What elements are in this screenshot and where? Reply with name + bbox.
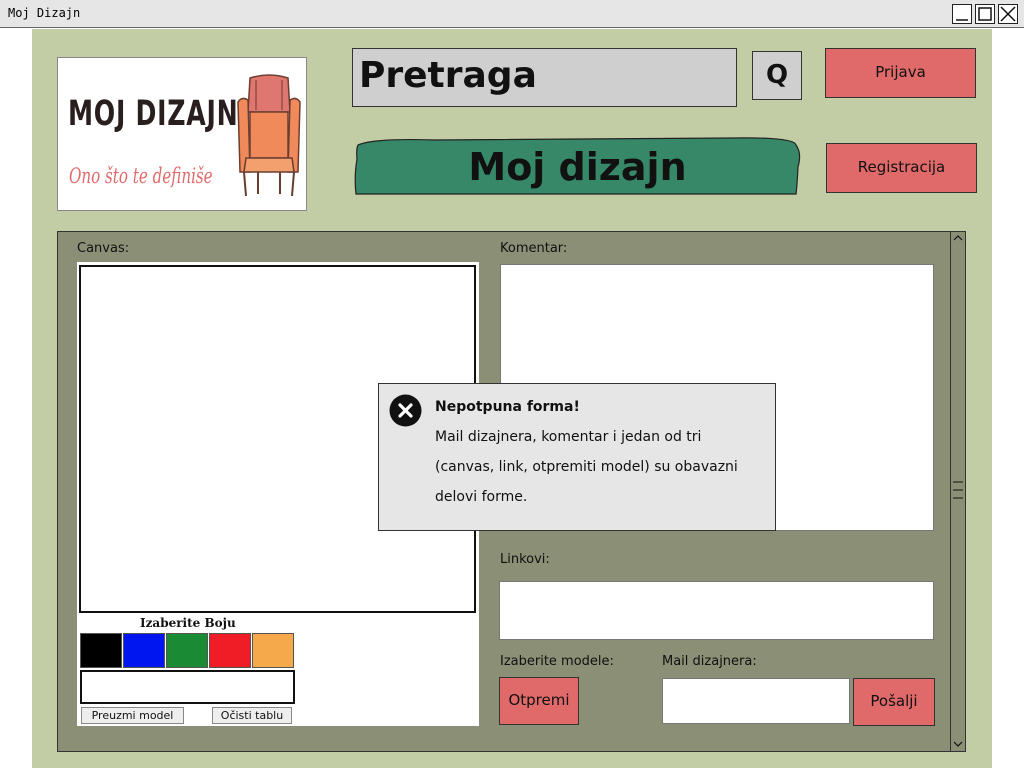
download-model-button[interactable]: Preuzmi model [81, 707, 184, 724]
close-icon [1000, 6, 1016, 22]
color-swatch-black[interactable] [80, 633, 122, 668]
upload-button[interactable]: Otpremi [499, 677, 579, 725]
send-button[interactable]: Pošalji [853, 678, 935, 726]
window-title: Moj Dizajn [8, 6, 81, 20]
scrollbar-icons [953, 235, 963, 747]
logo-tagline: Ono što te definiše [69, 164, 213, 188]
minimize-button[interactable] [952, 4, 972, 24]
error-icon [389, 394, 422, 427]
login-button[interactable]: Prijava [825, 48, 976, 98]
color-swatch-green[interactable] [166, 633, 208, 668]
close-button[interactable] [998, 4, 1018, 24]
dialog-message-line2: (canvas, link, otpremiti model) su obava… [435, 459, 738, 475]
register-button[interactable]: Registracija [826, 143, 977, 193]
armchair-icon [237, 74, 301, 197]
clear-canvas-button[interactable]: Očisti tablu [212, 707, 292, 724]
logo-title: MOJ DIZAJN [68, 94, 239, 134]
color-input[interactable] [80, 670, 295, 704]
color-swatch-orange[interactable] [252, 633, 294, 668]
color-swatch-red[interactable] [209, 633, 251, 668]
links-input[interactable] [499, 581, 934, 640]
dialog-message-line1: Mail dizajnera, komentar i jedan od tri [435, 429, 702, 445]
models-label: Izaberite modele: [500, 654, 614, 669]
banner-title: Moj dizajn [468, 145, 687, 189]
error-dialog: Nepotpuna forma! Mail dizajnera, komenta… [378, 383, 776, 531]
search-button[interactable]: Q [752, 51, 802, 100]
color-swatch-blue[interactable] [123, 633, 165, 668]
search-input[interactable]: Pretraga [352, 48, 737, 107]
logo[interactable]: MOJ DIZAJN Ono što te definiše [57, 57, 307, 211]
minimize-icon [956, 19, 968, 21]
search-placeholder: Pretraga [359, 55, 537, 96]
email-label: Mail dizajnera: [662, 654, 757, 669]
links-label: Linkovi: [500, 552, 550, 567]
window-titlebar: Moj Dizajn [0, 0, 1024, 28]
dialog-title: Nepotpuna forma! [435, 399, 580, 415]
maximize-button[interactable] [975, 4, 995, 24]
site-banner: Moj dizajn [354, 137, 801, 195]
color-picker-title: Izaberite Boju [140, 616, 236, 630]
maximize-icon [978, 7, 992, 21]
canvas-label: Canvas: [77, 241, 130, 256]
comment-label: Komentar: [500, 241, 568, 256]
email-field[interactable] [662, 678, 850, 724]
vertical-scrollbar[interactable] [950, 232, 965, 751]
dialog-message-line3: delovi forme. [435, 489, 528, 505]
